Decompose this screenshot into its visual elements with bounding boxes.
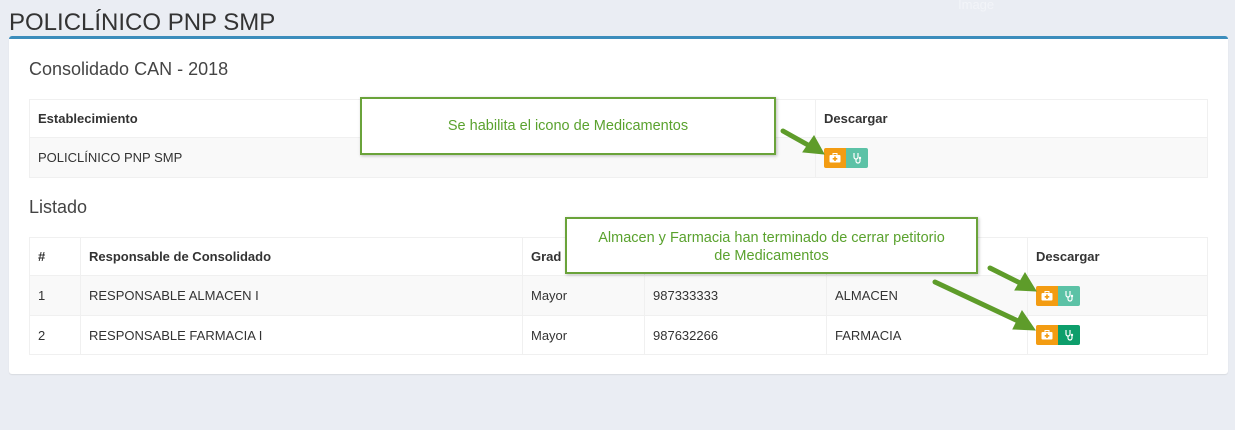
cell-responsable: RESPONSABLE ALMACEN I (80, 275, 523, 316)
cell-num: 1 (29, 275, 81, 316)
header-num: # (29, 237, 81, 276)
cell-area: FARMACIA (826, 315, 1028, 355)
stethoscope-download-button[interactable] (1058, 285, 1080, 306)
table-row: 2 RESPONSABLE FARMACIA I Mayor 987632266… (29, 315, 1208, 355)
download-button-group (824, 147, 868, 168)
cell-descargar (815, 137, 1208, 178)
callout-medicamentos-icon: Se habilita el icono de Medicamentos (360, 97, 776, 155)
callout-petitorio: Almacen y Farmacia han terminado de cerr… (565, 217, 978, 274)
cell-descargar (1027, 275, 1208, 316)
callout-text: Se habilita el icono de Medicamentos (447, 118, 689, 134)
medicamentos-download-button[interactable] (1036, 285, 1058, 306)
cell-grado: Mayor (522, 315, 645, 355)
download-button-group (1036, 325, 1080, 345)
cell-telefono: 987632266 (644, 315, 827, 355)
stethoscope-download-button[interactable] (1058, 325, 1080, 345)
medicamentos-download-button[interactable] (1036, 325, 1058, 345)
cell-grado: Mayor (522, 275, 645, 316)
page-title: POLICLÍNICO PNP SMP (9, 9, 276, 36)
medkit-icon (1041, 330, 1053, 340)
ghost-image-label: Image (958, 0, 995, 12)
stethoscope-icon (1065, 290, 1074, 302)
table-row: 1 RESPONSABLE ALMACEN I Mayor 987333333 … (29, 275, 1208, 316)
medkit-icon (1041, 290, 1053, 300)
main-panel: Consolidado CAN - 2018 Establecimiento D… (9, 36, 1228, 374)
listado-title: Listado (29, 197, 88, 217)
cell-area: ALMACEN (826, 275, 1028, 316)
cell-responsable: RESPONSABLE FARMACIA I (80, 315, 523, 355)
callout-text-line1: Almacen y Farmacia han terminado de cerr… (598, 230, 945, 246)
medkit-icon (829, 152, 841, 162)
stethoscope-download-button[interactable] (846, 147, 868, 168)
medicamentos-download-button[interactable] (824, 147, 846, 168)
header-descargar: Descargar (1027, 237, 1208, 276)
cell-num: 2 (29, 315, 81, 355)
callout-text-line2: de Medicamentos (714, 248, 829, 264)
stethoscope-icon (853, 152, 862, 164)
stethoscope-icon (1065, 330, 1074, 341)
cell-telefono: 987333333 (644, 275, 827, 316)
consolidado-title: Consolidado CAN - 2018 (29, 59, 229, 79)
download-button-group (1036, 285, 1080, 306)
cell-descargar (1027, 315, 1208, 355)
header-responsable: Responsable de Consolidado (80, 237, 523, 276)
header-descargar: Descargar (815, 99, 1208, 138)
